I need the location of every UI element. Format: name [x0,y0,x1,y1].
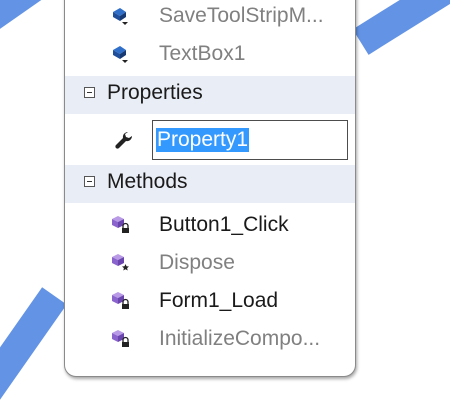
field-icon [113,46,128,63]
member-row-method[interactable]: Button1_Click [65,206,355,244]
method-protected-icon [112,254,129,271]
selected-text[interactable]: Property1 [156,128,250,152]
member-label: Button1_Click [159,213,289,236]
method-private-icon [112,216,129,233]
wrench-icon [115,131,133,149]
section-header-methods[interactable]: Methods [65,165,355,203]
collapse-toggle-icon[interactable] [84,176,95,187]
member-row-field[interactable]: SaveToolStripM... [65,0,355,35]
method-private-icon [112,330,129,347]
member-label: TextBox1 [159,42,246,65]
background-stripe [0,287,67,403]
section-title: Methods [107,170,188,193]
member-row-method[interactable]: Form1_Load [65,282,355,320]
member-label: Form1_Load [159,289,279,312]
class-members-panel: SaveToolStripM... TextBox1 Properties Pr… [64,0,356,377]
collapse-toggle-icon[interactable] [84,87,95,98]
member-row-method[interactable]: Dispose [65,244,355,282]
rename-input[interactable]: Property1 [152,120,348,160]
member-label: Dispose [159,251,235,274]
section-header-properties[interactable]: Properties [65,76,355,114]
section-title: Properties [107,81,203,104]
background-stripe [352,0,450,55]
member-row-field[interactable]: TextBox1 [65,35,355,73]
member-label: InitializeCompo... [159,327,321,350]
member-label: SaveToolStripM... [159,4,324,27]
member-row-method[interactable]: InitializeCompo... [65,320,355,358]
field-icon [113,8,128,25]
method-private-icon [112,292,129,309]
